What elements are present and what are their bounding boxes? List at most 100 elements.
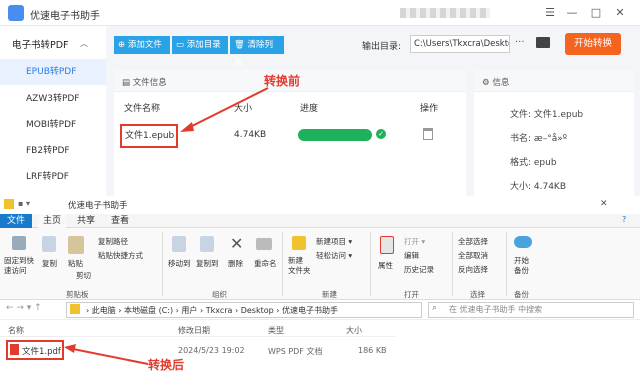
delete-icon[interactable] [423,128,433,140]
nav-arrows[interactable]: ← → ▾ ↑ [6,303,42,313]
sidebar-item-lrf[interactable]: LRF转PDF [0,164,106,190]
easy-access-button[interactable]: 轻松访问 ▾ [316,250,352,261]
col-progress: 进度 [300,104,319,114]
sidebar-item-epub[interactable]: EPUB转PDF [0,59,106,85]
edit-button[interactable]: 编辑 [404,250,419,261]
clipboard-group-label: 剪贴板 [66,290,89,299]
tab-file[interactable]: 文件 [0,214,32,228]
chevron-up-icon[interactable]: ︿ [80,38,88,49]
file-panel-title: ▤ 文件信息 [122,76,167,88]
delete-button[interactable]: 删除 [228,258,243,269]
breadcrumb-item[interactable]: 用户 [181,306,197,315]
breadcrumb-item[interactable]: 本地磁盘 (C:) [124,306,173,315]
close-button[interactable]: ✕ [610,4,630,22]
copy-to-button[interactable]: 复制到 [196,258,219,269]
search-icon: ⌕ [432,303,438,313]
quick-access-icons[interactable]: ▪ ▾ [18,199,30,208]
col-action: 操作 [420,104,439,114]
select-group-label: 选择 [470,290,485,299]
minimize-button[interactable]: — [562,4,582,22]
add-dir-label: 添加目录 [186,40,221,50]
copy-icon[interactable] [42,236,56,252]
backup-group-label: 备份 [514,290,529,299]
breadcrumb-item[interactable]: 此电脑 [92,306,116,315]
plus-icon: ⊕ [118,40,126,50]
ribbon-divider [370,232,371,296]
progress-bar [298,129,372,141]
open-button[interactable]: 打开 ▾ [404,236,425,247]
properties-button[interactable]: 属性 [378,260,393,271]
move-to-icon[interactable] [172,236,186,252]
col-filename: 文件名称 [124,104,161,114]
file-icon: ▤ [122,78,131,88]
annotation-after: 转换后 [148,358,185,372]
new-folder-icon[interactable] [292,236,306,250]
new-folder-button[interactable]: 新建 文件夹 [288,256,311,276]
app-title: 优速电子书助手 [30,11,100,22]
col-date[interactable]: 修改日期 [178,325,210,336]
annotation-arrow-before [180,87,269,132]
pdf-icon [10,344,19,355]
sidebar-item-azw3[interactable]: AZW3转PDF [0,86,106,112]
sidebar-header[interactable]: 电子书转PDF [12,37,69,51]
menu-icon[interactable]: ☰ [540,4,560,22]
tab-share[interactable]: 共享 [72,214,100,228]
col-name[interactable]: 名称 [8,325,24,336]
paste-shortcut-button[interactable]: 粘贴快捷方式 [98,250,143,261]
select-none-button[interactable]: 全部取消 [458,250,488,261]
copy-path-button[interactable]: 复制路径 [98,236,128,247]
file-size: 186 KB [358,346,387,355]
app-logo-icon [8,5,24,21]
sidebar-item-fb2[interactable]: FB2转PDF [0,138,106,164]
start-convert-button[interactable]: 开始转换 [565,33,621,55]
open-folder-icon[interactable] [536,37,550,48]
file-type: WPS PDF 文档 [268,347,323,356]
paste-button[interactable]: 粘贴 [68,258,83,269]
tab-view[interactable]: 查看 [106,214,134,228]
trash-icon: 🗑 [234,40,245,50]
tab-home[interactable]: 主页 [38,214,66,228]
output-path-field[interactable]: C:\Users\Tkxcra\Deskto [410,35,510,53]
start-backup-button[interactable]: 开始 备份 [514,256,529,276]
ribbon-divider [452,232,453,296]
check-icon: ✓ [376,129,386,139]
breadcrumb-item[interactable]: Tkxcra [206,306,233,315]
pin-quick-access-button[interactable]: 固定到快 速访问 [4,256,34,276]
breadcrumb-item[interactable]: Desktop [241,306,274,315]
help-icon[interactable]: ? [622,215,626,224]
search-input[interactable]: 在 优速电子书助手 中搜索 [428,302,634,318]
delete-x-icon[interactable]: ✕ [230,234,243,253]
maximize-button[interactable]: □ [586,4,606,22]
copy-to-icon[interactable] [200,236,214,252]
info-format: 格式: epub [510,158,557,168]
explorer-close-button[interactable]: ✕ [600,199,608,209]
select-all-button[interactable]: 全部选择 [458,236,488,247]
file-name[interactable]: 文件1.pdf [22,345,61,357]
file-row-name[interactable]: 文件1.epub [120,124,178,148]
sidebar-item-mobi[interactable]: MOBI转PDF [0,112,106,138]
rename-icon[interactable] [256,238,272,250]
cloud-icon[interactable] [514,236,532,248]
copy-button[interactable]: 复制 [42,258,57,269]
col-type[interactable]: 类型 [268,325,284,336]
properties-icon[interactable] [380,236,394,254]
info-size: 大小: 4.74KB [510,182,567,192]
pin-icon[interactable] [12,236,26,250]
new-item-button[interactable]: 新建项目 ▾ [316,236,352,247]
add-file-button[interactable]: ⊕ 添加文件 [114,36,170,54]
cut-button[interactable]: 剪切 [76,270,91,281]
clear-list-button[interactable]: 🗑 清除列表 [230,36,284,68]
add-file-label: 添加文件 [127,40,162,50]
more-button[interactable]: ··· [515,37,525,48]
col-size[interactable]: 大小 [346,325,362,336]
history-button[interactable]: 历史记录 [404,264,434,275]
folder-icon [70,304,80,314]
folder-icon [4,199,14,209]
gear-icon: ⚙ [482,78,490,88]
move-to-button[interactable]: 移动到 [168,258,191,269]
rename-button[interactable]: 重命名 [254,258,277,269]
breadcrumb-item[interactable]: 优速电子书助手 [282,306,338,315]
invert-selection-button[interactable]: 反向选择 [458,264,488,275]
add-dir-button[interactable]: ▭ 添加目录 [172,36,228,54]
paste-icon[interactable] [68,236,84,254]
